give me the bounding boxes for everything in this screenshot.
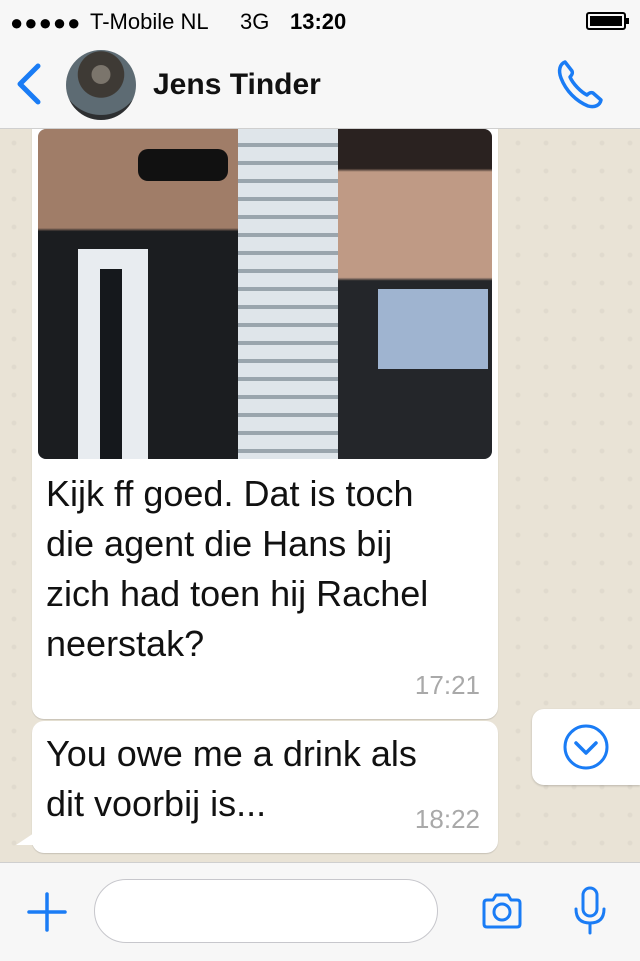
- message-text: Kijk ff goed. Dat is toch die agent die …: [46, 473, 429, 664]
- battery-icon: [586, 12, 629, 30]
- back-button[interactable]: [14, 62, 44, 106]
- message-time: 17:21: [414, 670, 480, 700]
- composer-bar: [0, 862, 640, 961]
- avatar[interactable]: [66, 50, 136, 120]
- carrier-name: T-Mobile NL: [90, 9, 209, 34]
- chat-header: Jens Tinder: [0, 42, 640, 129]
- message-input[interactable]: [94, 879, 438, 943]
- microphone-icon: [574, 886, 606, 935]
- chevron-left-icon: [17, 63, 41, 105]
- status-bar: ●●●●● T-Mobile NL 3G 13:20: [0, 0, 640, 42]
- microphone-button[interactable]: [572, 885, 608, 937]
- contact-name[interactable]: Jens Tinder: [153, 68, 321, 102]
- call-button[interactable]: [556, 58, 604, 110]
- plus-icon: [27, 892, 67, 932]
- message-text: You owe me a drink als dit voorbij is...: [46, 733, 417, 824]
- camera-icon: [482, 893, 522, 929]
- message-bubble[interactable]: You owe me a drink als dit voorbij is...…: [16, 721, 498, 853]
- message-time: 18:22: [414, 804, 480, 834]
- network-type: 3G: [240, 9, 270, 34]
- chat-area[interactable]: Kijk ff goed. Dat is toch die agent die …: [0, 129, 640, 862]
- camera-button[interactable]: [480, 889, 524, 933]
- phone-icon: [557, 60, 603, 109]
- status-time: 13:20: [290, 9, 347, 34]
- signal-strength: ●●●●●: [10, 10, 82, 35]
- message-bubble[interactable]: Kijk ff goed. Dat is toch die agent die …: [32, 129, 498, 719]
- chevron-down-circle-icon: [563, 724, 609, 770]
- attach-button[interactable]: [26, 891, 68, 933]
- message-photo[interactable]: [38, 129, 492, 459]
- scroll-to-bottom-button[interactable]: [532, 709, 640, 785]
